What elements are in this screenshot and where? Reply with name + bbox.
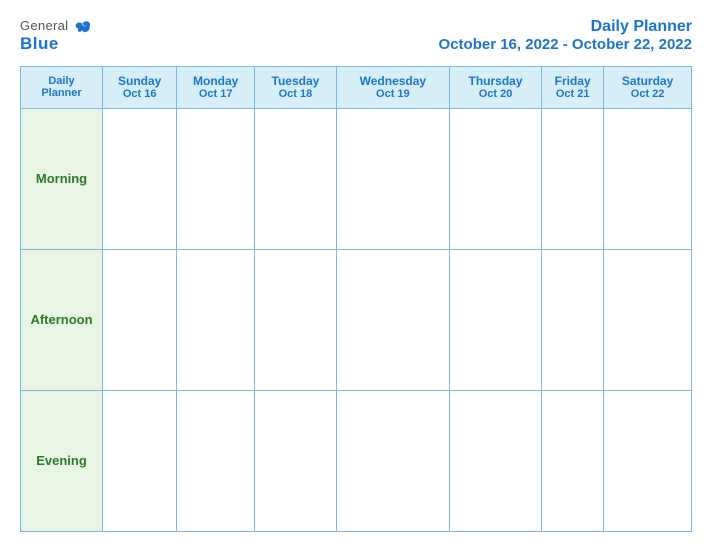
saturday-date: Oct 22 [604,88,691,100]
page: General Blue Daily Planner October 16, 2… [0,0,712,550]
morning-label: Morning [21,108,103,249]
afternoon-friday[interactable] [542,249,604,390]
afternoon-saturday[interactable] [604,249,692,390]
thursday-date: Oct 20 [450,88,541,100]
morning-friday[interactable] [542,108,604,249]
monday-name: Monday [177,74,254,88]
afternoon-sunday[interactable] [103,249,177,390]
friday-date: Oct 21 [542,88,603,100]
col-header-saturday: Saturday Oct 22 [604,66,692,108]
afternoon-wednesday[interactable] [336,249,449,390]
wednesday-name: Wednesday [337,74,449,88]
evening-row: Evening [21,390,692,531]
col-header-wednesday: Wednesday Oct 19 [336,66,449,108]
col0-line1: Daily [21,75,102,87]
planner-date-range: October 16, 2022 - October 22, 2022 [439,36,692,53]
logo-blue-text: Blue [20,34,59,54]
morning-saturday[interactable] [604,108,692,249]
morning-wednesday[interactable] [336,108,449,249]
afternoon-row: Afternoon [21,249,692,390]
calendar-table: Daily Planner Sunday Oct 16 Monday Oct 1… [20,66,692,532]
evening-thursday[interactable] [449,390,541,531]
sunday-date: Oct 16 [103,88,176,100]
logo-general-text: General [20,18,92,34]
afternoon-monday[interactable] [177,249,255,390]
evening-saturday[interactable] [604,390,692,531]
logo: General Blue [20,18,92,54]
wednesday-date: Oct 19 [337,88,449,100]
tuesday-name: Tuesday [255,74,336,88]
morning-row: Morning [21,108,692,249]
sunday-name: Sunday [103,74,176,88]
saturday-name: Saturday [604,74,691,88]
col0-line2: Planner [21,87,102,99]
col-header-main: Daily Planner [21,66,103,108]
col-header-sunday: Sunday Oct 16 [103,66,177,108]
morning-tuesday[interactable] [255,108,337,249]
header-row: Daily Planner Sunday Oct 16 Monday Oct 1… [21,66,692,108]
morning-monday[interactable] [177,108,255,249]
col-header-thursday: Thursday Oct 20 [449,66,541,108]
thursday-name: Thursday [450,74,541,88]
col-header-tuesday: Tuesday Oct 18 [255,66,337,108]
evening-label: Evening [21,390,103,531]
header: General Blue Daily Planner October 16, 2… [20,18,692,54]
evening-sunday[interactable] [103,390,177,531]
afternoon-thursday[interactable] [449,249,541,390]
evening-tuesday[interactable] [255,390,337,531]
evening-monday[interactable] [177,390,255,531]
morning-sunday[interactable] [103,108,177,249]
morning-thursday[interactable] [449,108,541,249]
afternoon-label: Afternoon [21,249,103,390]
col-header-monday: Monday Oct 17 [177,66,255,108]
logo-bird-icon [74,20,92,34]
evening-wednesday[interactable] [336,390,449,531]
header-right: Daily Planner October 16, 2022 - October… [439,18,692,53]
afternoon-tuesday[interactable] [255,249,337,390]
col-header-friday: Friday Oct 21 [542,66,604,108]
tuesday-date: Oct 18 [255,88,336,100]
evening-friday[interactable] [542,390,604,531]
friday-name: Friday [542,74,603,88]
planner-title: Daily Planner [439,18,692,36]
monday-date: Oct 17 [177,88,254,100]
